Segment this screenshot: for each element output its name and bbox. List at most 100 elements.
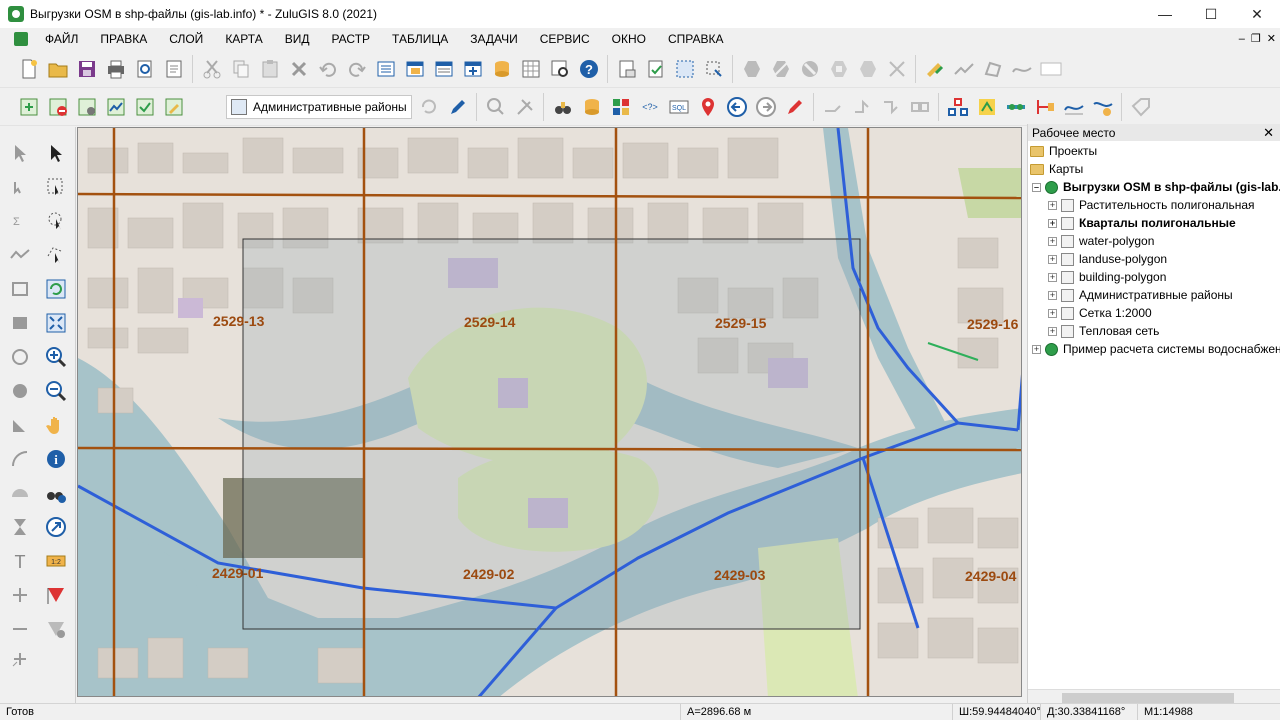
arc-tool-icon[interactable] <box>6 445 34 473</box>
menu-edit[interactable]: ПРАВКА <box>89 28 158 50</box>
layer-refresh-icon[interactable] <box>414 91 443 123</box>
select-arrow-icon[interactable] <box>6 139 34 167</box>
print-preview-icon[interactable] <box>130 53 159 85</box>
close-button[interactable]: ✕ <box>1234 0 1280 28</box>
mdi-close-button[interactable]: ✕ <box>1267 28 1276 50</box>
shape-exclude-icon[interactable] <box>795 53 824 85</box>
tree-item-layer[interactable]: + Растительность полигональная <box>1048 196 1255 214</box>
pipe-network-icon[interactable] <box>1001 91 1030 123</box>
add-layer-icon[interactable] <box>14 91 43 123</box>
expand-icon[interactable]: + <box>1048 308 1057 318</box>
pointer-icon[interactable] <box>42 139 70 167</box>
hourglass-tool-icon[interactable] <box>6 513 34 541</box>
forward-arrow-icon[interactable] <box>751 91 780 123</box>
info-icon[interactable]: i <box>42 445 70 473</box>
select-all-icon[interactable] <box>371 53 400 85</box>
page-setup-icon[interactable] <box>612 53 641 85</box>
menu-tasks[interactable]: ЗАДАЧИ <box>459 28 528 50</box>
blank-field-icon[interactable] <box>1036 53 1065 85</box>
layer-edit-icon[interactable] <box>159 91 188 123</box>
menu-table[interactable]: ТАБЛИЦА <box>381 28 459 50</box>
tag-icon[interactable] <box>1126 91 1155 123</box>
sector-tool-icon[interactable] <box>6 411 34 439</box>
properties-icon[interactable] <box>159 53 188 85</box>
mdi-minimize-button[interactable]: – <box>1239 28 1245 50</box>
cut-icon[interactable] <box>197 53 226 85</box>
copy-icon[interactable] <box>226 53 255 85</box>
node-tool-icon[interactable] <box>882 53 911 85</box>
maximize-button[interactable]: ☐ <box>1188 0 1234 28</box>
database-icon[interactable] <box>577 91 606 123</box>
profile-chart-icon[interactable] <box>1059 91 1088 123</box>
remove-point-icon[interactable] <box>6 615 34 643</box>
node-add-icon[interactable] <box>6 645 34 673</box>
tree-item-layer[interactable]: + Сетка 1:2000 <box>1048 304 1152 322</box>
shape-split-icon[interactable] <box>853 53 882 85</box>
route-link-icon[interactable] <box>905 91 934 123</box>
database-edit-icon[interactable] <box>487 53 516 85</box>
add-point-icon[interactable] <box>6 581 34 609</box>
curve-icon[interactable] <box>1007 53 1036 85</box>
zoom-in-icon[interactable] <box>42 343 70 371</box>
piezometric-icon[interactable] <box>1088 91 1117 123</box>
menu-layer[interactable]: СЛОЙ <box>158 28 214 50</box>
selection-frame-icon[interactable] <box>670 53 699 85</box>
layer-check-icon[interactable] <box>130 91 159 123</box>
polyline-icon[interactable] <box>949 53 978 85</box>
expand-icon[interactable]: + <box>1048 236 1057 246</box>
thematic-icon[interactable] <box>606 91 635 123</box>
select-rect-icon[interactable] <box>699 53 728 85</box>
binoculars-info-icon[interactable] <box>42 479 70 507</box>
document-icon[interactable] <box>14 32 28 46</box>
node-network-icon[interactable] <box>1030 91 1059 123</box>
remove-layer-icon[interactable] <box>43 91 72 123</box>
tree-item-layer[interactable]: + Кварталы полигональные <box>1048 214 1236 232</box>
rectangle-tool-icon[interactable] <box>6 275 34 303</box>
page-check-icon[interactable] <box>641 53 670 85</box>
style-icon[interactable] <box>920 53 949 85</box>
polyline-tool-icon[interactable] <box>6 241 34 269</box>
navigate-icon[interactable] <box>42 513 70 541</box>
tree-item-map-water[interactable]: + Пример расчета системы водоснабжения <box>1032 340 1280 358</box>
shape-hex-icon[interactable] <box>737 53 766 85</box>
route-icon[interactable] <box>818 91 847 123</box>
filled-circle-tool-icon[interactable] <box>6 377 34 405</box>
expand-icon[interactable]: + <box>1048 218 1057 228</box>
undo-icon[interactable] <box>313 53 342 85</box>
lasso-select-icon[interactable] <box>42 207 70 235</box>
layer-view-icon[interactable] <box>101 91 130 123</box>
paste-icon[interactable] <box>255 53 284 85</box>
calc-network-icon[interactable] <box>972 91 1001 123</box>
map-view[interactable]: 2529-13 2529-14 2529-15 2529-16 2429-01 … <box>77 127 1022 697</box>
active-layer-select[interactable]: Административные районы <box>226 95 412 119</box>
location-pin-icon[interactable] <box>693 91 722 123</box>
binoculars-icon[interactable] <box>548 91 577 123</box>
object-tools-icon[interactable] <box>510 91 539 123</box>
expand-icon[interactable]: + <box>1048 272 1057 282</box>
polygon-select-icon[interactable] <box>42 241 70 269</box>
circle-tool-icon[interactable] <box>6 343 34 371</box>
menu-help[interactable]: СПРАВКА <box>657 28 735 50</box>
tree-item-maps[interactable]: Карты <box>1030 160 1083 178</box>
grid-table-icon[interactable] <box>516 53 545 85</box>
collapse-icon[interactable]: – <box>1032 182 1041 192</box>
tree-item-layer[interactable]: + Административные районы <box>1048 286 1233 304</box>
minimize-button[interactable]: — <box>1142 0 1188 28</box>
layer-settings-icon[interactable] <box>72 91 101 123</box>
expand-icon[interactable]: + <box>1048 326 1057 336</box>
draw-pencil-icon[interactable] <box>780 91 809 123</box>
pan-hand-icon[interactable] <box>42 411 70 439</box>
menu-file[interactable]: ФАЙЛ <box>34 28 89 50</box>
expand-icon[interactable]: + <box>1032 344 1041 354</box>
route-down-icon[interactable] <box>876 91 905 123</box>
flag-remove-icon[interactable] <box>42 615 70 643</box>
expand-icon[interactable]: + <box>1048 254 1057 264</box>
rect-select-icon[interactable] <box>42 173 70 201</box>
add-window-icon[interactable] <box>458 53 487 85</box>
ruler-icon[interactable]: 1:2 <box>42 547 70 575</box>
tree-item-layer[interactable]: + building-polygon <box>1048 268 1166 286</box>
object-search-icon[interactable] <box>481 91 510 123</box>
node-select-icon[interactable] <box>6 173 34 201</box>
flag-icon[interactable] <box>42 581 70 609</box>
tree-item-layer[interactable]: + water-polygon <box>1048 232 1154 250</box>
